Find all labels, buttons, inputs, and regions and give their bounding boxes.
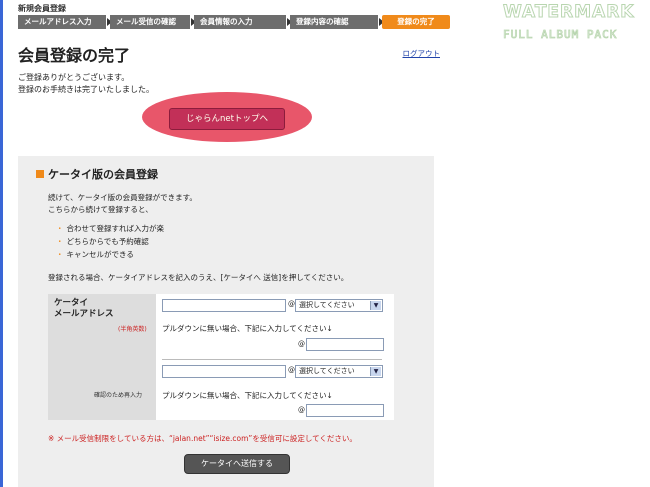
chevron-down-icon: ▼ [370,367,381,376]
confirm-domain-select[interactable]: 選択してください ▼ [295,365,383,378]
page-content: 新規会員登録 メールアドレス入力 メール受信の確認 会員情報の入力 登録内容の確… [12,0,450,487]
list-item: ・どちらからでも予約確認 [56,237,149,246]
list-item: ・キャンセルができる [56,250,134,259]
thanks-line: 登録のお手続きは完了いたしました。 [18,85,154,94]
mobile-email-local-input[interactable] [162,299,286,312]
orange-square-icon [36,170,44,178]
dropdown-help-text: プルダウンに無い場合、下記に入力してください↓ [162,391,333,400]
at-sign: @ [298,406,305,414]
divider [162,359,382,360]
step-complete: 登録の完了 [382,15,450,29]
benefit-list: ・合わせて登録すれば入力が楽 ・どちらからでも予約確認 ・キャンセルができる [56,222,164,261]
list-item: ・合わせて登録すれば入力が楽 [56,224,164,233]
bullet-icon: ・ [56,237,64,246]
progress-steps: メールアドレス入力 メール受信の確認 会員情報の入力 登録内容の確認 登録の完了 [18,15,450,29]
alnum-note: (半角英数) [118,326,147,333]
send-to-mobile-button[interactable]: ケータイへ送信する [184,454,290,474]
mobile-registration-panel: ケータイ版の会員登録 続けて、ケータイ版の会員登録ができます。 こちらから続けて… [18,156,434,487]
section-title: 新規会員登録 [18,4,66,13]
chevron-down-icon: ▼ [370,301,381,310]
at-sign: @ [288,366,295,374]
confirm-email-local-input[interactable] [162,365,286,378]
form-label-column: ケータイ メールアドレス (半角英数) 確認のため再入力 [48,294,156,420]
mobile-domain-select[interactable]: 選択してください ▼ [295,299,383,312]
watermark-subtitle: FULL ALBUM PACK [503,28,618,42]
confirm-domain-input[interactable] [306,404,384,417]
jalan-top-button[interactable]: じゃらんnetトップへ [169,108,285,130]
warning-text: ※ メール受信制限をしている方は、“jalan.net”“isize.com”を… [48,434,357,443]
left-edge-bar [0,0,3,487]
intro-line: こちらから続けて登録すると、 [48,205,153,214]
at-sign: @ [288,300,295,308]
mobile-intro: 続けて、ケータイ版の会員登録ができます。 こちらから続けて登録すると、 [48,192,197,216]
thanks-line: ご登録ありがとうございます。 [18,73,130,82]
confirm-label: 確認のため再入力 [94,392,143,399]
mobile-email-label: ケータイ メールアドレス [54,298,114,319]
logout-link[interactable]: ログアウト [403,48,441,59]
mobile-email-form: ケータイ メールアドレス (半角英数) 確認のため再入力 @ 選択してください ▼… [48,294,394,420]
dropdown-help-text: プルダウンに無い場合、下記に入力してください↓ [162,324,333,333]
instruction-text: 登録される場合、ケータイアドレスを記入のうえ、[ケータイへ 送信]を押してくださ… [48,273,349,282]
step-email-input: メールアドレス入力 [18,15,112,29]
step-email-confirm: メール受信の確認 [110,15,196,29]
intro-line: 続けて、ケータイ版の会員登録ができます。 [48,193,197,202]
bullet-icon: ・ [56,224,64,233]
step-member-info: 会員情報の入力 [194,15,292,29]
page-title: 会員登録の完了 [18,46,131,65]
mobile-domain-input[interactable] [306,338,384,351]
watermark-title: WATERMARK [502,2,635,23]
mobile-heading-text: ケータイ版の会員登録 [48,168,158,181]
mobile-heading: ケータイ版の会員登録 [36,166,158,182]
bullet-icon: ・ [56,250,64,259]
at-sign: @ [298,340,305,348]
thanks-message: ご登録ありがとうございます。 登録のお手続きは完了いたしました。 [18,72,154,96]
step-review: 登録内容の確認 [290,15,384,29]
